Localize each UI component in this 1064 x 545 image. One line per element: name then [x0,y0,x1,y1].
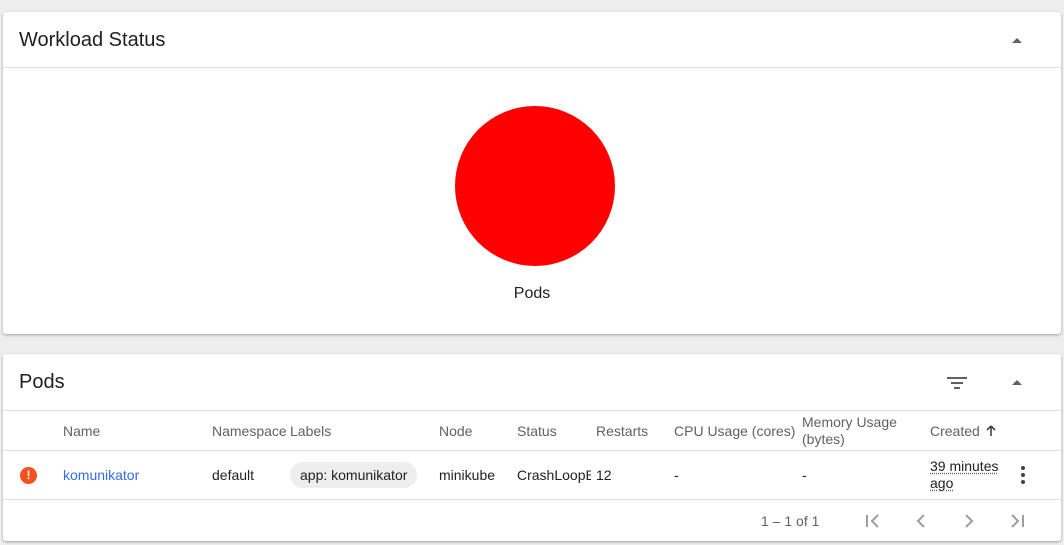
filter-button[interactable] [945,371,969,395]
column-created[interactable]: Created [930,411,996,451]
more-vert-icon [1021,466,1025,470]
paginator: 1 – 1 of 1 [3,500,1061,541]
column-namespace[interactable]: Namespace [212,411,287,451]
pods-pie-chart [455,106,615,266]
pods-card: Pods Name Namespace Labels Node Status R… [3,354,1061,541]
pod-name-cell: komunikator [63,451,139,499]
next-page-button[interactable] [957,509,981,533]
collapse-pods-button[interactable] [1005,370,1029,394]
column-name[interactable]: Name [63,411,100,451]
collapse-workload-button[interactable] [1005,28,1029,52]
arrow-up-icon [986,425,996,436]
pod-labels-cell: app: komunikator [290,451,418,499]
column-created-label: Created [930,422,980,439]
pods-title: Pods [19,371,65,393]
row-actions-button[interactable] [1013,464,1033,486]
column-cpu[interactable]: CPU Usage (cores) [674,411,795,451]
first-page-icon [866,514,879,528]
workload-status-header[interactable]: Workload Status [3,12,1061,68]
range-label: 1 – 1 of 1 [761,513,820,529]
error-icon: ! [20,466,37,484]
chevron-left-icon [916,514,925,528]
workload-status-title: Workload Status [19,29,166,51]
pod-name-link[interactable]: komunikator [63,467,139,484]
last-page-icon [1011,514,1024,528]
caret-up-icon [1012,37,1022,43]
column-labels: Labels [290,422,332,439]
column-memory[interactable]: Memory Usage (bytes) [802,411,917,451]
table-row[interactable]: ! komunikator default app: komunikator m… [3,451,1061,500]
pod-status: CrashLoopBackOff [517,466,591,483]
filter-icon [947,377,967,389]
pie-slice-failed [455,106,615,266]
pods-table-header: Name Namespace Labels Node Status Restar… [3,411,1061,451]
pod-memory: - [802,466,807,483]
last-page-button[interactable] [1005,509,1029,533]
caret-up-icon [1012,379,1022,385]
pods-chart-label: Pods [513,285,551,302]
workload-status-card: Workload Status Pods [3,12,1061,334]
more-vert-icon [1021,473,1025,477]
pod-namespace: default [212,466,255,483]
more-vert-icon [1021,480,1025,484]
column-restarts[interactable]: Restarts [596,411,648,451]
label-chip: app: komunikator [290,462,418,488]
pod-created: 39 minutes ago [930,458,999,491]
pods-header[interactable]: Pods [3,354,1061,411]
column-node[interactable]: Node [439,411,472,451]
previous-page-button[interactable] [909,509,933,533]
chevron-right-icon [965,514,974,528]
column-status[interactable]: Status [517,411,557,451]
first-page-button[interactable] [861,509,885,533]
pod-cpu: - [674,466,679,483]
pod-node: minikube [439,466,496,483]
pod-restarts: 12 [596,466,612,483]
row-status-cell: ! [20,451,37,499]
pod-created-cell: 39 minutes ago [930,451,1006,499]
